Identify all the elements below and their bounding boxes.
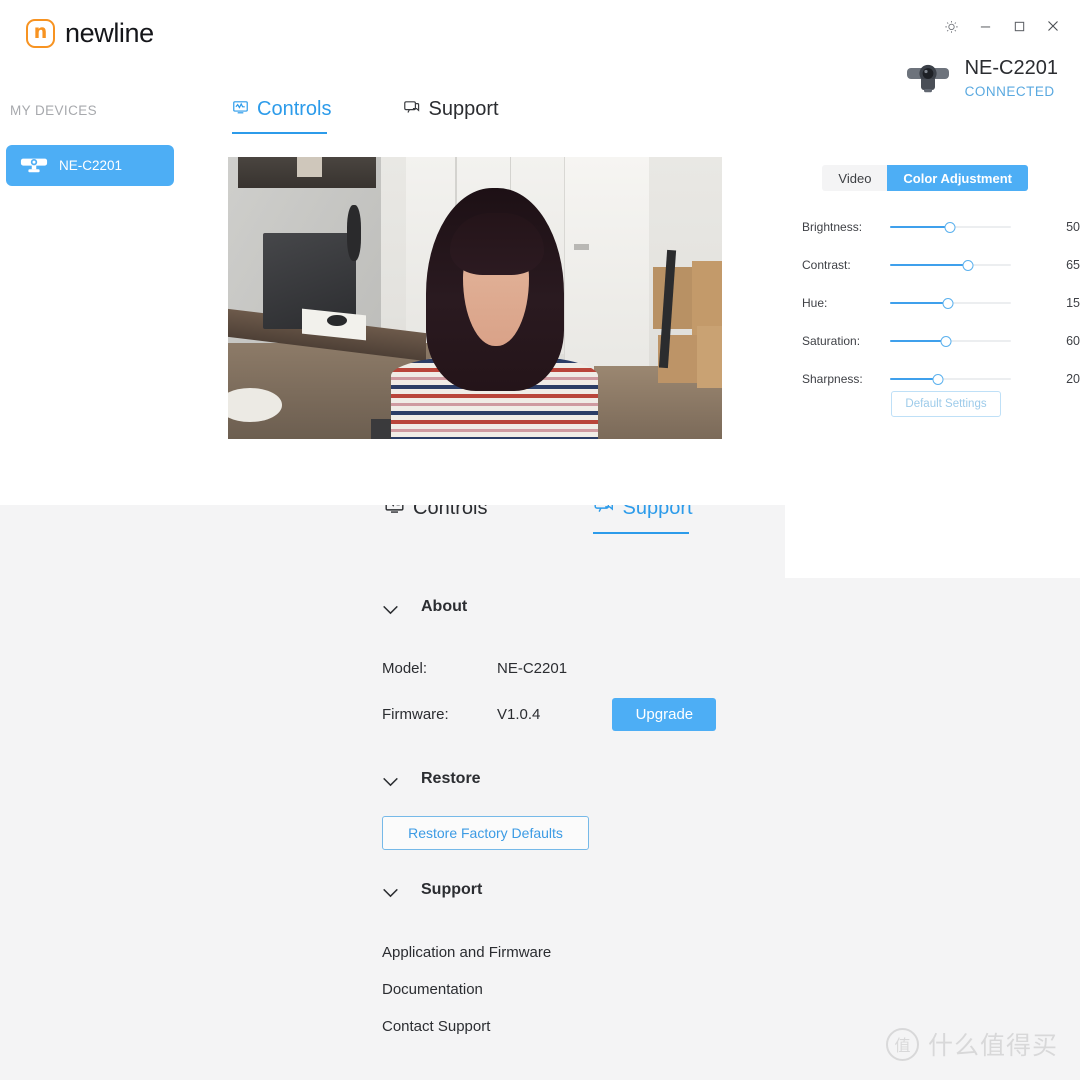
device-status: NE-C2201 CONNECTED <box>905 56 1058 99</box>
about-firmware-row: Firmware: V1.0.4 Upgrade <box>382 688 902 740</box>
link-contact-support[interactable]: Contact Support <box>382 1008 902 1045</box>
watermark-badge: 值 <box>885 1027 919 1061</box>
firmware-label: Firmware: <box>382 705 449 723</box>
titlebar: n newline <box>0 0 1080 62</box>
slider-fill <box>890 339 946 343</box>
sidebar-item-ne-c2201[interactable]: NE-C2201 <box>6 145 174 186</box>
slider-fill <box>890 301 948 305</box>
preview-box <box>652 266 698 329</box>
preview-books <box>297 157 322 177</box>
accordion-support-title: Support <box>421 881 483 898</box>
slider-label-hue: Hue: <box>802 296 828 310</box>
slider-thumb[interactable] <box>944 221 956 233</box>
chevron-down-icon <box>382 774 399 787</box>
video-preview[interactable] <box>228 157 722 439</box>
support-content: About Model: NE-C2201 Firmware: V1.0.4 U… <box>382 598 902 1045</box>
preview-box <box>692 261 722 335</box>
slider-fill <box>890 225 951 229</box>
preview-lamp <box>346 204 362 262</box>
preview-door <box>563 157 649 372</box>
slider-fill <box>890 263 969 267</box>
chevron-down-icon <box>382 602 399 615</box>
accordion-restore-title: Restore <box>421 770 481 787</box>
webcam-icon <box>20 156 48 176</box>
close-button[interactable] <box>1036 12 1070 40</box>
slider-fill <box>890 377 939 381</box>
tab-controls[interactable]: Controls <box>232 98 332 134</box>
link-documentation[interactable]: Documentation <box>382 971 902 1008</box>
default-settings-button[interactable]: Default Settings <box>891 391 1001 417</box>
tab-controls-label: Controls <box>257 98 332 120</box>
preview-box <box>697 326 722 389</box>
slider-row-brightness: Brightness: 50 <box>802 208 1080 246</box>
chat-icon <box>403 99 420 121</box>
sidebar: MY DEVICES NE-C2201 <box>0 62 185 505</box>
link-application-and-firmware[interactable]: Application and Firmware <box>382 934 902 971</box>
accordion-about[interactable]: About <box>382 598 902 616</box>
main-tab-bar: Controls Support <box>232 98 499 134</box>
newline-mark-icon: n <box>26 19 55 48</box>
slider-label-brightness: Brightness: <box>802 220 863 234</box>
slider-value-brightness: 50 <box>1066 220 1080 234</box>
app-logo: n newline <box>26 18 154 49</box>
firmware-value: V1.0.4 <box>497 705 541 723</box>
chevron-down-icon <box>382 885 399 898</box>
accordion-support[interactable]: Support <box>382 881 902 899</box>
slider-row-contrast: Contrast: 65 <box>802 246 1080 284</box>
accordion-restore[interactable]: Restore <box>382 770 902 788</box>
slider-contrast[interactable] <box>890 258 1011 272</box>
view-mode-segmented-control: Video Color Adjustment <box>822 165 1028 191</box>
slider-value-hue: 15 <box>1066 296 1080 310</box>
logo-mark-letter: n <box>33 21 48 43</box>
window-edge-step-b <box>344 470 785 505</box>
sidebar-item-label: NE-C2201 <box>59 158 123 173</box>
status-badge: CONNECTED <box>964 84 1055 99</box>
slider-sharpness[interactable] <box>890 372 1011 386</box>
preview-mouse <box>326 314 347 327</box>
slider-thumb[interactable] <box>932 373 944 385</box>
slider-label-saturation: Saturation: <box>802 334 861 348</box>
slider-saturation[interactable] <box>890 334 1011 348</box>
slider-thumb[interactable] <box>942 297 954 309</box>
window-controls <box>934 12 1070 40</box>
webcam-icon <box>905 60 951 96</box>
segment-color-adjustment[interactable]: Color Adjustment <box>887 165 1028 191</box>
minimize-button[interactable] <box>968 12 1002 40</box>
app-title: newline <box>65 18 154 48</box>
slider-row-hue: Hue: 15 <box>802 284 1080 322</box>
sidebar-heading: MY DEVICES <box>10 103 98 118</box>
slider-value-contrast: 65 <box>1066 258 1080 272</box>
slider-label-sharpness: Sharpness: <box>802 372 863 386</box>
brightness-icon[interactable] <box>934 12 968 40</box>
model-value: NE-C2201 <box>497 659 568 677</box>
upgrade-button[interactable]: Upgrade <box>612 697 717 731</box>
slider-thumb[interactable] <box>940 335 951 347</box>
accordion-about-title: About <box>421 598 468 615</box>
about-model-row: Model: NE-C2201 <box>382 648 902 688</box>
slider-row-saturation: Saturation: 60 <box>802 322 1080 360</box>
slider-thumb[interactable] <box>962 259 974 271</box>
watermark-text: 什么值得买 <box>927 1031 1058 1060</box>
preview-door-handle <box>573 244 589 251</box>
window-edge-step-a <box>165 477 345 505</box>
tab-support-top[interactable]: Support <box>403 98 499 130</box>
tab-support-top-label: Support <box>428 98 499 120</box>
device-status-meta: NE-C2201 CONNECTED <box>965 56 1058 99</box>
segment-video[interactable]: Video <box>822 165 888 191</box>
slider-hue[interactable] <box>890 296 1011 310</box>
restore-factory-defaults-button[interactable]: Restore Factory Defaults <box>382 816 589 850</box>
device-name: NE-C2201 <box>964 57 1058 79</box>
preview-person-bangs <box>450 213 545 276</box>
watermark: 值 什么值得买 <box>885 1026 1058 1062</box>
model-label: Model: <box>382 659 428 677</box>
slider-label-contrast: Contrast: <box>802 258 851 272</box>
slider-list: Brightness: 50 Contrast: 65 Hue: 15 Satu… <box>802 208 1080 398</box>
slider-value-saturation: 60 <box>1066 334 1080 348</box>
slider-brightness[interactable] <box>890 220 1011 234</box>
slider-value-sharpness: 20 <box>1066 372 1080 386</box>
maximize-button[interactable] <box>1002 12 1036 40</box>
monitor-icon <box>232 99 249 121</box>
